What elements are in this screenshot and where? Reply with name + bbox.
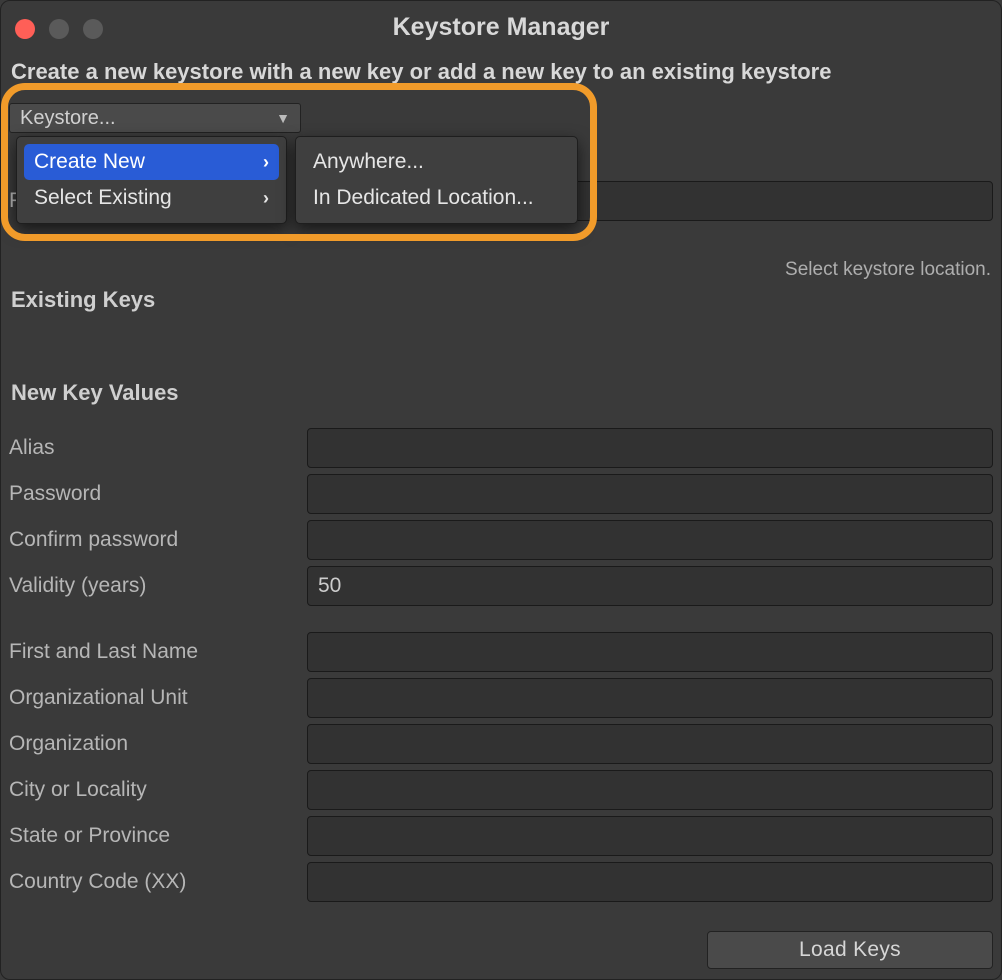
label-city: City or Locality bbox=[9, 778, 307, 802]
window-subtitle: Create a new keystore with a new key or … bbox=[1, 53, 1001, 91]
chevron-right-icon: › bbox=[263, 152, 269, 173]
label-password: Password bbox=[9, 482, 307, 506]
keystore-dropdown[interactable]: Keystore... ▼ bbox=[9, 103, 301, 133]
label-validity: Validity (years) bbox=[9, 574, 307, 598]
section-existing-keys: Existing Keys bbox=[1, 281, 1001, 319]
maximize-icon[interactable] bbox=[83, 19, 103, 39]
titlebar: Keystore Manager bbox=[1, 1, 1001, 53]
row-name: First and Last Name bbox=[9, 632, 993, 672]
city-field[interactable] bbox=[307, 770, 993, 810]
password-field[interactable] bbox=[307, 474, 993, 514]
chevron-down-icon: ▼ bbox=[276, 110, 290, 126]
row-state: State or Province bbox=[9, 816, 993, 856]
close-icon[interactable] bbox=[15, 19, 35, 39]
keystore-submenu: Anywhere... In Dedicated Location... bbox=[295, 136, 578, 224]
state-field[interactable] bbox=[307, 816, 993, 856]
menu-item-label: Select Existing bbox=[34, 186, 172, 210]
label-name: First and Last Name bbox=[9, 640, 307, 664]
ou-field[interactable] bbox=[307, 678, 993, 718]
keystore-dropdown-label: Keystore... bbox=[20, 107, 116, 130]
org-field[interactable] bbox=[307, 724, 993, 764]
validity-field[interactable] bbox=[307, 566, 993, 606]
row-ou: Organizational Unit bbox=[9, 678, 993, 718]
submenu-item-dedicated[interactable]: In Dedicated Location... bbox=[303, 180, 570, 216]
location-hint: Select keystore location. bbox=[1, 255, 1001, 281]
menu-item-create-new[interactable]: Create New › bbox=[24, 144, 279, 180]
label-state: State or Province bbox=[9, 824, 307, 848]
menu-item-select-existing[interactable]: Select Existing › bbox=[24, 180, 279, 216]
label-country: Country Code (XX) bbox=[9, 870, 307, 894]
row-org: Organization bbox=[9, 724, 993, 764]
row-confirm: Confirm password bbox=[9, 520, 993, 560]
window-title: Keystore Manager bbox=[393, 13, 610, 42]
alias-field[interactable] bbox=[307, 428, 993, 468]
row-city: City or Locality bbox=[9, 770, 993, 810]
menu-item-label: Create New bbox=[34, 150, 145, 174]
menu-item-label: In Dedicated Location... bbox=[313, 186, 534, 210]
section-new-key-values: New Key Values bbox=[1, 374, 1001, 412]
name-field[interactable] bbox=[307, 632, 993, 672]
keystore-menu: Create New › Select Existing › bbox=[16, 136, 287, 224]
row-password: Password bbox=[9, 474, 993, 514]
row-validity: Validity (years) bbox=[9, 566, 993, 606]
label-org: Organization bbox=[9, 732, 307, 756]
minimize-icon[interactable] bbox=[49, 19, 69, 39]
menu-item-label: Anywhere... bbox=[313, 150, 424, 174]
submenu-item-anywhere[interactable]: Anywhere... bbox=[303, 144, 570, 180]
load-keys-button[interactable]: Load Keys bbox=[707, 931, 993, 969]
label-confirm: Confirm password bbox=[9, 528, 307, 552]
country-field[interactable] bbox=[307, 862, 993, 902]
row-country: Country Code (XX) bbox=[9, 862, 993, 902]
label-ou: Organizational Unit bbox=[9, 686, 307, 710]
keystore-manager-window: Keystore Manager Create a new keystore w… bbox=[0, 0, 1002, 980]
confirm-password-field[interactable] bbox=[307, 520, 993, 560]
load-keys-label: Load Keys bbox=[799, 938, 901, 962]
row-alias: Alias bbox=[9, 428, 993, 468]
chevron-right-icon: › bbox=[263, 188, 269, 209]
label-alias: Alias bbox=[9, 436, 307, 460]
window-controls bbox=[15, 19, 103, 39]
